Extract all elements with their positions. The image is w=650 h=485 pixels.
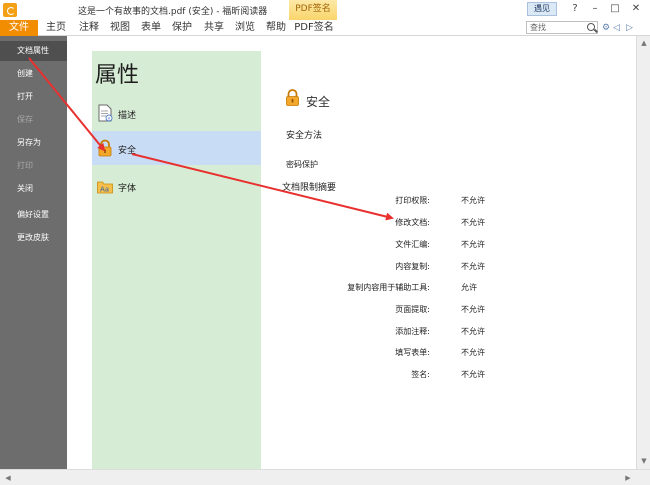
security-method-value: 密码保护 [286, 160, 318, 169]
document-restrictions-title: 文档限制摘要 [282, 183, 337, 193]
backstage-item-document-properties[interactable]: 文档属性 [0, 41, 67, 61]
permission-value: 不允许 [461, 262, 485, 271]
search-box[interactable]: 查找 [526, 21, 598, 34]
category-fonts-label: 字体 [118, 184, 137, 194]
permission-name: 修改文档: [395, 218, 430, 227]
permission-name: 文件汇编: [395, 240, 430, 249]
document-info-icon [98, 104, 113, 122]
vertical-scrollbar[interactable]: ▲ ▼ [636, 36, 650, 469]
menu-share[interactable]: 共享 [200, 20, 228, 36]
backstage-item-change-skin[interactable]: 更改皮肤 [0, 228, 67, 248]
menu-bar: 文件 主页 注释 视图 表单 保护 共享 浏览 帮助 PDF签名 查找 ⚙ ◁ … [0, 20, 650, 36]
title-bar: 这是一个有故事的文档.pdf (安全) - 福昕阅读器 PDF签名 遇见 ? –… [0, 0, 650, 20]
menu-help[interactable]: 帮助 [262, 20, 290, 36]
permission-value: 不允许 [461, 305, 485, 314]
permission-value: 不允许 [461, 327, 485, 336]
find-options-icon[interactable]: ⚙ [602, 22, 610, 34]
permission-value: 不允许 [461, 218, 485, 227]
menu-pdf-sign[interactable]: PDF签名 [293, 20, 335, 36]
security-heading: 安全 [306, 95, 331, 109]
menu-home[interactable]: 主页 [42, 20, 70, 36]
category-security-label: 安全 [118, 146, 137, 156]
search-input[interactable]: 查找 [530, 22, 546, 34]
category-security[interactable]: 安全 [92, 131, 261, 165]
backstage-item-save-as[interactable]: 另存为 [0, 133, 67, 153]
security-method-label: 安全方法 [286, 131, 323, 141]
properties-category-panel: 属性 描述 安全 Aa 字体 [92, 51, 261, 469]
minimize-button[interactable]: – [586, 2, 604, 16]
category-description-label: 描述 [118, 111, 137, 121]
backstage-item-preferences[interactable]: 偏好设置 [0, 205, 67, 225]
scroll-down-arrow-icon[interactable]: ▼ [639, 456, 649, 466]
scroll-right-arrow-icon[interactable]: ▶ [623, 473, 633, 483]
backstage-item-create[interactable]: 创建 [0, 64, 67, 84]
close-button[interactable]: ✕ [627, 2, 645, 16]
menu-form[interactable]: 表单 [137, 20, 165, 36]
menu-file[interactable]: 文件 [0, 20, 38, 36]
permission-value: 不允许 [461, 370, 485, 379]
permission-value: 允许 [461, 283, 477, 292]
permission-value: 不允许 [461, 240, 485, 249]
back-arrow-icon[interactable]: ◁ [613, 22, 620, 34]
backstage-item-open[interactable]: 打开 [0, 87, 67, 107]
window-title: 这是一个有故事的文档.pdf (安全) - 福昕阅读器 [78, 7, 268, 17]
permission-name: 填写表单: [395, 348, 430, 357]
backstage-item-save: 保存 [17, 115, 33, 124]
help-icon[interactable]: ? [566, 2, 584, 16]
category-description[interactable]: 描述 [92, 96, 261, 130]
forward-arrow-icon[interactable]: ▷ [626, 22, 633, 34]
category-fonts[interactable]: Aa 字体 [92, 169, 261, 203]
lock-icon [98, 139, 112, 157]
permission-name: 页面提取: [395, 305, 430, 314]
menu-comment[interactable]: 注释 [75, 20, 103, 36]
scroll-up-arrow-icon[interactable]: ▲ [639, 38, 649, 48]
permission-name: 添加注释: [395, 327, 430, 336]
permission-value: 不允许 [461, 348, 485, 357]
permission-name: 打印权限: [395, 196, 430, 205]
permission-name: 复制内容用于辅助工具: [347, 283, 430, 292]
properties-title: 属性 [95, 63, 140, 88]
app-logo-icon[interactable] [3, 3, 17, 17]
permission-name: 内容复制: [395, 262, 430, 271]
backstage-item-print: 打印 [17, 161, 33, 170]
scroll-left-arrow-icon[interactable]: ◀ [3, 473, 13, 483]
maximize-button[interactable]: □ [606, 2, 624, 16]
lock-icon [286, 89, 299, 106]
mode-button[interactable]: 遇见 [527, 2, 557, 16]
backstage-sidebar: 文档属性 创建 打开 保存 另存为 打印 关闭 偏好设置 更改皮肤 [0, 36, 67, 469]
permission-value: 不允许 [461, 196, 485, 205]
backstage-item-close[interactable]: 关闭 [0, 179, 67, 199]
pdf-sign-context-tab: PDF签名 [289, 0, 337, 20]
horizontal-scrollbar[interactable]: ◀ ▶ [0, 469, 650, 485]
menu-protect[interactable]: 保护 [168, 20, 196, 36]
menu-view[interactable]: 视图 [106, 20, 134, 36]
menu-browse[interactable]: 浏览 [231, 20, 259, 36]
svg-text:Aa: Aa [100, 186, 109, 194]
permission-name: 签名: [411, 370, 430, 379]
font-folder-icon: Aa [97, 181, 113, 194]
search-icon[interactable] [587, 23, 595, 31]
